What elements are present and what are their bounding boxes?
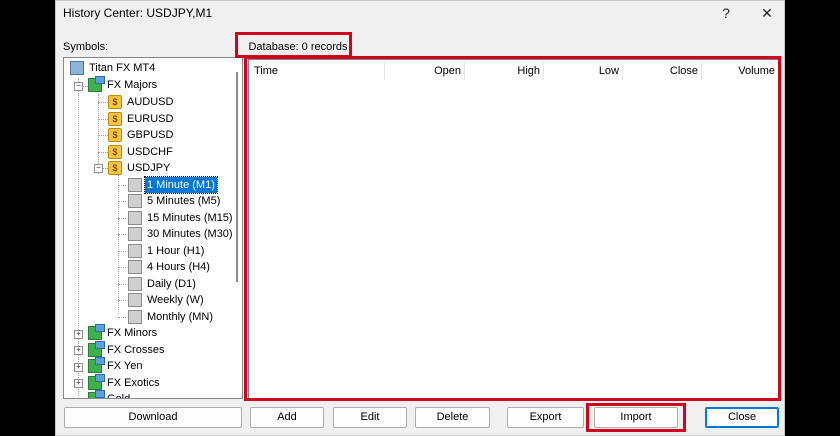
scrollbar-thumb[interactable] [236,72,238,282]
period-icon [128,244,142,258]
edit-button[interactable]: Edit [333,407,407,428]
column-header-time[interactable]: Time [251,62,385,80]
server-icon [70,61,84,75]
tree-period-m1[interactable]: 1 Minute (M1) [128,176,218,194]
folder-icon [88,76,105,92]
tree-period-h1[interactable]: 1 Hour (H1) [128,243,206,259]
column-header-close[interactable]: Close [623,62,702,80]
tree-group-fx-crosses[interactable]: FX Crosses [88,341,166,358]
close-window-button[interactable]: ✕ [753,3,781,23]
delete-button[interactable]: Delete [415,407,490,428]
history-grid[interactable]: Time Open High Low Close Volume [248,59,780,399]
export-button[interactable]: Export [507,407,584,428]
collapse-icon[interactable]: − [94,164,103,173]
folder-icon [88,324,105,340]
tree-period-h4[interactable]: 4 Hours (H4) [128,259,212,275]
help-button[interactable]: ? [712,3,740,23]
period-icon [128,178,142,192]
tree-scrollbar[interactable] [233,60,241,396]
tree-symbol-audusd[interactable]: $ AUDUSD [108,94,175,110]
column-header-low[interactable]: Low [544,62,623,80]
folder-icon [88,357,105,373]
symbol-icon: $ [108,128,122,142]
tree-period-m5[interactable]: 5 Minutes (M5) [128,193,222,209]
close-button[interactable]: Close [705,407,779,428]
folder-icon [88,374,105,390]
period-icon [128,260,142,274]
title-bar: History Center: USDJPY,M1 ? ✕ [56,1,784,25]
symbols-tree[interactable]: Titan FX MT4 − FX Majors $ AUDUSD $ EURUSD… [63,57,243,399]
symbol-icon: $ [108,161,122,175]
column-header-open[interactable]: Open [385,62,465,80]
period-icon [128,310,142,324]
tree-symbol-usdchf[interactable]: $ USDCHF [108,144,175,160]
tree-period-w[interactable]: Weekly (W) [128,292,206,308]
tree-period-d1[interactable]: Daily (D1) [128,276,198,292]
tree-group-fx-yen[interactable]: FX Yen [88,357,144,374]
import-button[interactable]: Import [594,407,678,428]
expand-icon[interactable]: + [74,346,83,355]
tree-group-gold[interactable]: Gold [88,390,132,398]
tree-symbol-usdjpy[interactable]: $ USDJPY [108,160,172,176]
expand-icon[interactable]: + [74,330,83,339]
tree-server-node[interactable]: Titan FX MT4 [70,60,157,76]
period-icon [128,293,142,307]
expand-icon[interactable]: + [74,363,83,372]
tree-symbol-gbpusd[interactable]: $ GBPUSD [108,127,175,143]
expand-icon[interactable]: + [74,379,83,388]
period-icon [128,227,142,241]
symbols-label: Symbols: [63,41,109,53]
folder-icon [88,341,105,357]
collapse-icon[interactable]: − [74,82,83,91]
window-title: History Center: USDJPY,M1 [63,6,213,20]
grid-header: Time Open High Low Close Volume [251,62,777,80]
tree-group-fx-exotics[interactable]: FX Exotics [88,374,162,391]
tree-period-m15[interactable]: 15 Minutes (M15) [128,210,235,226]
add-button[interactable]: Add [250,407,324,428]
period-icon [128,194,142,208]
column-header-high[interactable]: High [465,62,544,80]
tree-group-fx-minors[interactable]: FX Minors [88,324,159,341]
database-records-label: Database: 0 records [248,41,348,53]
tree-period-m30[interactable]: 30 Minutes (M30) [128,226,235,242]
tree-group-fx-majors[interactable]: FX Majors [88,76,159,93]
tree-symbol-eurusd[interactable]: $ EURUSD [108,111,175,127]
history-center-dialog: History Center: USDJPY,M1 ? ✕ Symbols: T… [55,0,785,436]
folder-icon [88,390,105,398]
symbol-icon: $ [108,145,122,159]
download-button[interactable]: Download [64,407,242,428]
period-icon [128,277,142,291]
tree-period-mn[interactable]: Monthly (MN) [128,309,215,325]
column-header-volume[interactable]: Volume [702,62,778,80]
symbol-icon: $ [108,112,122,126]
symbol-icon: $ [108,95,122,109]
period-icon [128,211,142,225]
